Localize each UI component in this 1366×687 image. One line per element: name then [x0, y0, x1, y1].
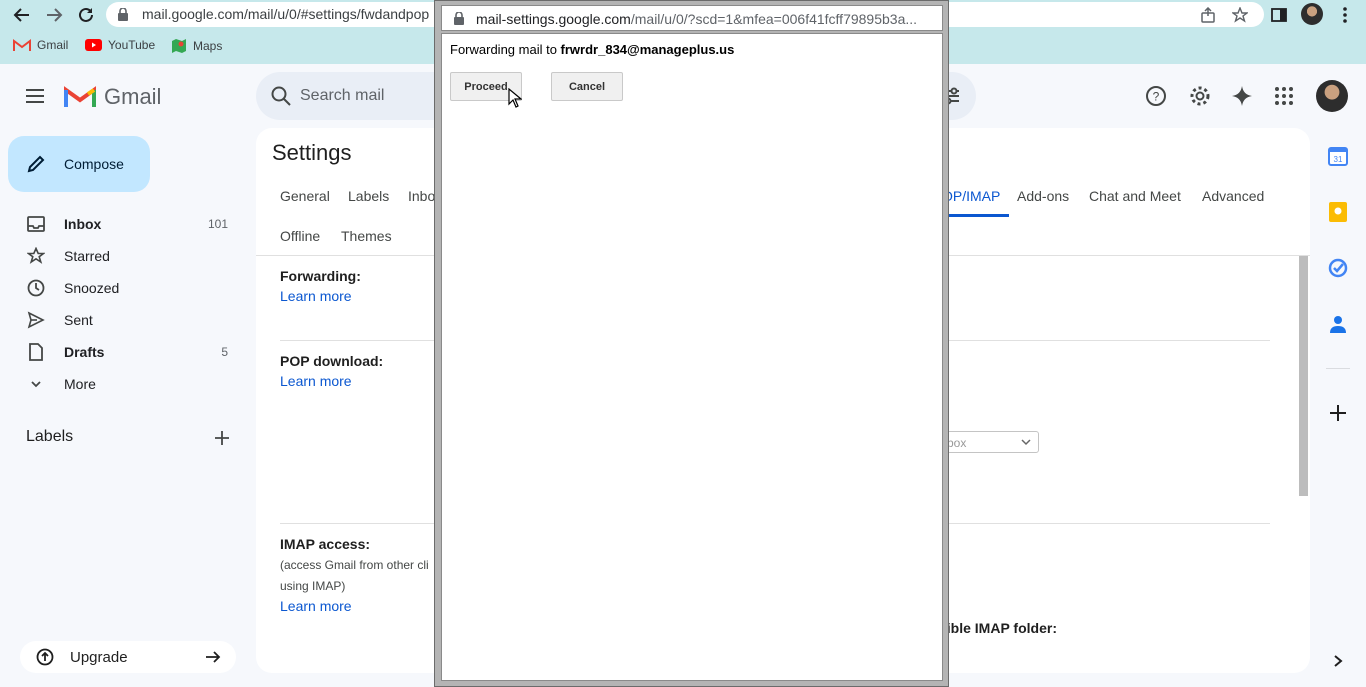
- pencil-icon: [27, 155, 45, 173]
- youtube-icon: [85, 39, 102, 51]
- popup-content: Forwarding mail to frwrdr_834@manageplus…: [441, 33, 943, 681]
- gmail-logo[interactable]: Gmail: [64, 84, 161, 110]
- pop-action-select[interactable]: box: [940, 431, 1039, 453]
- bookmark-maps[interactable]: Maps: [171, 38, 222, 54]
- bookmark-star-icon[interactable]: [1229, 4, 1251, 26]
- tab-themes[interactable]: Themes: [341, 228, 392, 244]
- kebab-menu-icon[interactable]: [1334, 4, 1356, 26]
- tab-offline[interactable]: Offline: [280, 228, 320, 244]
- tasks-icon[interactable]: [1326, 256, 1350, 280]
- gmail-m-icon: [64, 86, 96, 107]
- gmail-icon: [13, 38, 31, 51]
- side-panel-icon[interactable]: [1268, 4, 1290, 26]
- pop-learn-more-link[interactable]: Learn more: [280, 373, 352, 389]
- imap-description: (access Gmail from other cli: [280, 558, 429, 572]
- imap-access-title: IMAP access:: [280, 536, 371, 552]
- chevron-right-icon[interactable]: [1326, 649, 1350, 673]
- sidebar-item-snoozed[interactable]: Snoozed: [0, 272, 250, 304]
- tab-inbox[interactable]: Inbo: [408, 188, 435, 204]
- draft-icon: [29, 343, 43, 361]
- upgrade-button[interactable]: Upgrade: [20, 641, 236, 673]
- sidebar-item-sent[interactable]: Sent: [0, 304, 250, 336]
- add-label-icon[interactable]: [213, 429, 231, 447]
- url-text: mail.google.com/mail/u/0/#settings/fwdan…: [142, 6, 430, 22]
- svg-text:31: 31: [1334, 155, 1343, 164]
- arrow-right-icon: [206, 651, 221, 663]
- help-icon[interactable]: ?: [1144, 84, 1168, 108]
- svg-text:?: ?: [1153, 90, 1160, 104]
- forwarding-address: frwrdr_834@manageplus.us: [560, 42, 735, 57]
- back-icon[interactable]: [11, 4, 33, 26]
- cancel-button[interactable]: Cancel: [551, 72, 623, 101]
- sidebar-item-drafts[interactable]: Drafts 5: [0, 336, 250, 368]
- lock-icon: [454, 12, 464, 25]
- active-tab-indicator: [942, 214, 1009, 217]
- send-icon: [27, 311, 45, 329]
- upgrade-icon: [36, 648, 54, 666]
- forwarding-message: Forwarding mail to frwrdr_834@manageplus…: [450, 42, 735, 57]
- popup-url-text: mail-settings.google.com/mail/u/0/?scd=1…: [476, 11, 918, 27]
- profile-avatar[interactable]: [1301, 3, 1323, 25]
- bookmark-gmail[interactable]: Gmail: [13, 38, 68, 52]
- main-menu-icon[interactable]: [24, 85, 46, 112]
- calendar-icon[interactable]: 31: [1326, 144, 1350, 168]
- popup-address-bar: mail-settings.google.com/mail/u/0/?scd=1…: [441, 5, 943, 31]
- mouse-cursor-icon: [508, 88, 522, 108]
- side-panel-divider: [1326, 368, 1350, 369]
- chevron-down-icon: [1021, 439, 1031, 446]
- clock-icon: [27, 279, 45, 297]
- search-icon[interactable]: [270, 85, 292, 107]
- reload-icon[interactable]: [75, 4, 97, 26]
- imap-description-2: using IMAP): [280, 579, 346, 593]
- account-avatar[interactable]: [1316, 80, 1348, 112]
- star-icon: [27, 247, 45, 264]
- sidebar-item-inbox[interactable]: Inbox 101: [0, 208, 250, 240]
- keep-icon[interactable]: [1326, 200, 1350, 224]
- page-title: Settings: [272, 140, 352, 165]
- imap-learn-more-link[interactable]: Learn more: [280, 598, 352, 614]
- share-icon[interactable]: [1197, 4, 1219, 26]
- tab-forwarding-pop-imap[interactable]: OP/IMAP: [942, 188, 1000, 204]
- inbox-icon: [27, 216, 45, 232]
- inbox-count: 101: [207, 217, 228, 231]
- maps-icon: [172, 39, 186, 53]
- tab-labels[interactable]: Labels: [348, 188, 389, 204]
- forwarding-learn-more-link[interactable]: Learn more: [280, 288, 352, 304]
- tab-chat-and-meet[interactable]: Chat and Meet: [1089, 188, 1181, 204]
- scrollbar[interactable]: [1299, 256, 1308, 496]
- settings-gear-icon[interactable]: [1188, 84, 1212, 108]
- compose-button[interactable]: Compose: [8, 136, 150, 192]
- search-input[interactable]: Search mail: [300, 87, 384, 105]
- sidebar-item-more[interactable]: More: [0, 368, 250, 400]
- imap-folder-label: sible IMAP folder:: [939, 620, 1057, 636]
- tab-advanced[interactable]: Advanced: [1202, 188, 1264, 204]
- get-add-ons-icon[interactable]: [1326, 401, 1350, 425]
- pop-download-title: POP download:: [280, 353, 384, 369]
- chevron-down-icon: [31, 381, 41, 388]
- bookmark-youtube[interactable]: YouTube: [85, 38, 155, 52]
- contacts-icon[interactable]: [1326, 312, 1350, 336]
- gemini-sparkle-icon[interactable]: [1230, 84, 1254, 108]
- labels-heading: Labels: [26, 428, 74, 445]
- forward-icon[interactable]: [43, 4, 65, 26]
- sidebar-item-starred[interactable]: Starred: [0, 240, 250, 272]
- tab-add-ons[interactable]: Add-ons: [1017, 188, 1069, 204]
- lock-icon: [118, 8, 128, 21]
- apps-grid-icon[interactable]: [1272, 84, 1296, 108]
- drafts-count: 5: [221, 345, 228, 359]
- tab-general[interactable]: General: [280, 188, 330, 204]
- forwarding-title: Forwarding:: [280, 268, 361, 284]
